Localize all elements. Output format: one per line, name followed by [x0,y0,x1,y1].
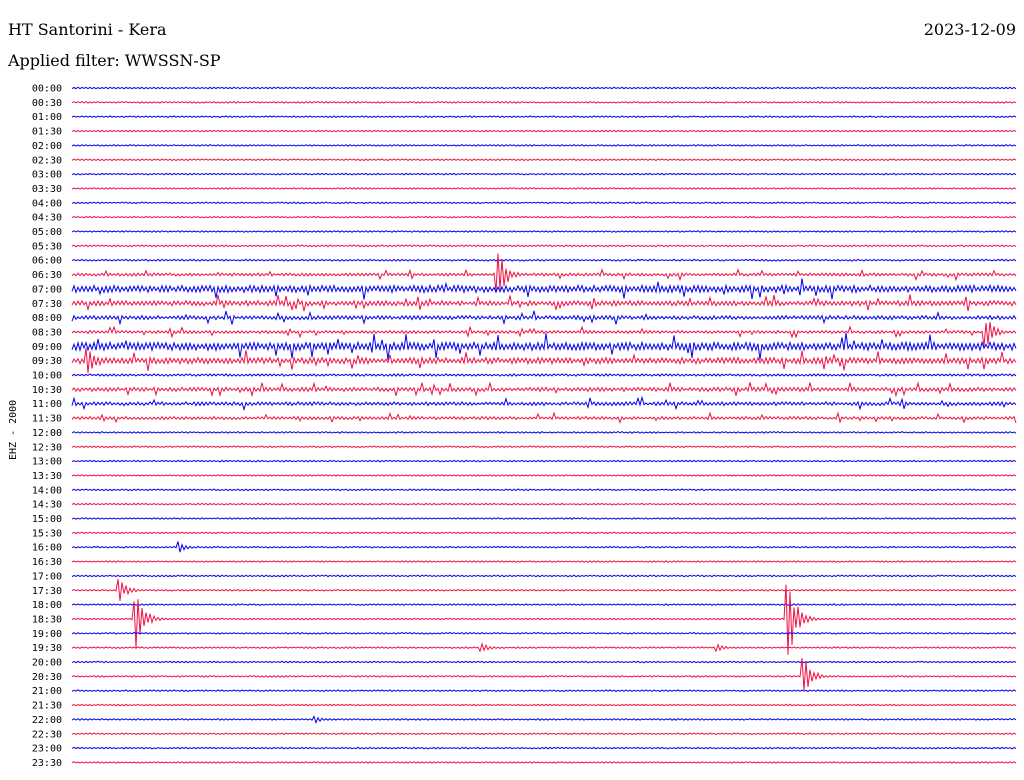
row-label: 05:00 [32,227,62,238]
trace-0500 [71,230,1017,233]
trace-2230 [71,732,1017,736]
trace-1230 [71,445,1017,449]
trace-1500 [71,517,1017,520]
trace-0430 [71,215,1017,219]
row-label: 14:00 [32,485,62,496]
row-label: 17:30 [32,586,62,597]
row-label: 09:30 [32,356,62,367]
trace-0100 [71,115,1017,119]
trace-0000 [71,86,1017,90]
trace-2300 [71,746,1017,750]
trace-2000 [71,660,1017,664]
row-label: 18:30 [32,614,62,625]
trace-2130 [71,703,1017,707]
row-label: 21:30 [32,701,62,712]
row-label: 13:00 [32,457,62,468]
trace-2330 [71,761,1017,764]
trace-1930 [71,641,1017,653]
trace-group [71,86,1017,764]
row-label: 02:30 [32,155,62,166]
trace-0830 [71,321,1017,347]
row-label: 15:00 [32,514,62,525]
row-label: 00:30 [32,98,62,109]
row-label: 18:00 [32,600,62,611]
row-label: 17:00 [32,571,62,582]
channel-label: EHZ - 2000 [8,400,19,460]
tick-label-group: 00:00 00:30 01:00 01:30 02:00 02:30 03:00 03:30… [32,84,62,769]
row-label: 04:30 [32,213,62,224]
trace-0600 [71,258,1017,262]
trace-2200 [71,715,1017,725]
trace-0530 [71,244,1017,248]
row-label: 08:30 [32,327,62,338]
trace-2100 [71,689,1017,693]
row-label: 22:00 [32,715,62,726]
trace-1400 [71,488,1017,492]
row-label: 03:00 [32,170,62,181]
row-label: 11:00 [32,399,62,410]
trace-0800 [71,310,1017,326]
row-label: 23:00 [32,744,62,755]
row-label: 23:30 [32,758,62,769]
row-label: 16:30 [32,557,62,568]
row-label: 14:30 [32,500,62,511]
trace-1530 [71,531,1017,535]
row-label: 00:00 [32,84,62,95]
trace-1330 [71,474,1017,477]
row-label: 15:30 [32,528,62,539]
trace-1900 [71,631,1017,635]
row-label: 16:00 [32,543,62,554]
trace-0700 [71,278,1017,300]
trace-0230 [71,158,1017,162]
trace-0200 [71,143,1017,147]
trace-1600 [71,541,1017,553]
row-label: 19:00 [32,629,62,640]
trace-1800 [71,603,1017,607]
row-label: 20:30 [32,672,62,683]
row-label: 07:30 [32,299,62,310]
row-label: 22:30 [32,729,62,740]
row-label: 12:30 [32,442,62,453]
row-label: 21:00 [32,686,62,697]
seismogram-chart: 00:00 00:30 01:00 01:30 02:00 02:30 03:00 03:30… [8,84,1017,769]
trace-0130 [71,129,1017,133]
trace-1100 [71,395,1017,412]
row-label: 04:00 [32,198,62,209]
trace-1030 [71,381,1017,398]
row-label: 05:30 [32,241,62,252]
row-label: 12:00 [32,428,62,439]
trace-1730 [71,579,1017,602]
row-label: 06:00 [32,256,62,267]
row-label: 19:30 [32,643,62,654]
row-label: 10:00 [32,371,62,382]
trace-0030 [71,100,1017,104]
row-label: 01:00 [32,112,62,123]
trace-1300 [71,459,1017,463]
row-label: 02:00 [32,141,62,152]
row-label: 07:00 [32,284,62,295]
trace-0730 [71,294,1017,312]
trace-0330 [71,187,1017,190]
row-label: 11:30 [32,414,62,425]
trace-1130 [71,411,1017,424]
trace-0400 [71,201,1017,205]
trace-1200 [71,430,1017,434]
row-label: 09:00 [32,342,62,353]
row-label: 10:30 [32,385,62,396]
row-label: 06:30 [32,270,62,281]
trace-0900 [71,332,1017,360]
row-label: 08:00 [32,313,62,324]
trace-0930 [71,347,1017,374]
row-label: 20:00 [32,658,62,669]
trace-1000 [71,373,1017,377]
trace-1700 [71,574,1017,578]
trace-1430 [71,502,1017,506]
trace-0300 [71,172,1017,176]
row-label: 03:30 [32,184,62,195]
trace-1630 [71,560,1017,563]
row-label: 01:30 [32,127,62,138]
trace-1830 [71,584,1017,655]
row-label: 13:30 [32,471,62,482]
